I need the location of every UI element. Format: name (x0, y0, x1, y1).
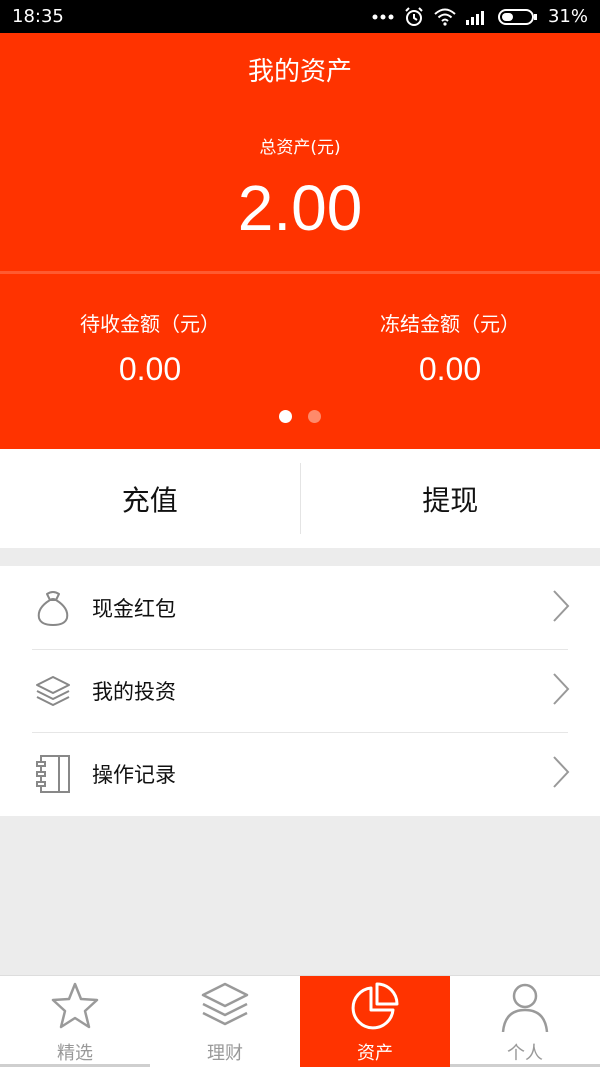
more-dots-icon (372, 14, 394, 20)
frozen-amount-block: 冻结金额（元） 0.00 (300, 308, 600, 388)
tab-label: 精选 (57, 1043, 93, 1064)
tab-personal[interactable]: 个人 (450, 976, 600, 1067)
frozen-amount-value: 0.00 (418, 351, 482, 387)
tab-featured[interactable]: 精选 (0, 976, 150, 1067)
status-icons: 31% (372, 6, 588, 27)
action-row: 充值 提现 (0, 449, 600, 548)
assets-menu: 现金红包 我的投资 操作记录 (0, 566, 600, 816)
notebook-icon (32, 753, 74, 795)
withdraw-button[interactable]: 提现 (301, 449, 600, 548)
chevron-right-icon (552, 589, 570, 627)
pending-amount-label: 待收金额（元） (80, 312, 220, 336)
tab-label: 个人 (507, 1043, 543, 1064)
menu-item-label: 我的投资 (92, 679, 176, 704)
page-indicator-dot-active[interactable] (279, 410, 292, 423)
menu-item-label: 操作记录 (92, 762, 176, 787)
menu-item-my-investment[interactable]: 我的投资 (0, 649, 600, 732)
wifi-icon (434, 8, 456, 26)
recharge-button[interactable]: 充值 (0, 449, 300, 548)
menu-item-operation-records[interactable]: 操作记录 (0, 732, 600, 815)
status-time: 18:35 (12, 6, 64, 27)
pie-chart-icon (349, 980, 401, 1037)
total-assets-label: 总资产(元) (259, 138, 341, 158)
battery-icon (497, 8, 538, 26)
chevron-right-icon (552, 672, 570, 710)
status-bar: 18:35 31% (0, 0, 600, 33)
star-icon (49, 980, 101, 1037)
layers-icon (32, 670, 74, 712)
layers-icon (199, 980, 251, 1037)
menu-item-label: 现金红包 (92, 596, 176, 621)
page-indicator[interactable] (0, 410, 600, 423)
battery-percent: 31% (547, 6, 588, 27)
assets-header: 我的资产 总资产(元) 2.00 待收金额（元） 0.00 冻结金额（元） 0.… (0, 33, 600, 449)
money-bag-icon (32, 587, 74, 629)
frozen-amount-label: 冻结金额（元） (380, 312, 520, 336)
alarm-icon (404, 6, 424, 27)
signal-icon (465, 9, 488, 25)
person-icon (499, 980, 551, 1037)
chevron-right-icon (552, 755, 570, 793)
page-indicator-dot[interactable] (308, 410, 321, 423)
bottom-tab-bar: 精选 理财 资产 个人 (0, 975, 600, 1067)
total-assets-value: 2.00 (237, 172, 363, 244)
tab-finance[interactable]: 理财 (150, 976, 300, 1067)
page-title: 我的资产 (247, 57, 352, 87)
header-divider (0, 271, 600, 274)
menu-item-cash-red-packet[interactable]: 现金红包 (0, 566, 600, 649)
pending-amount-block: 待收金额（元） 0.00 (0, 308, 300, 388)
tab-assets[interactable]: 资产 (300, 976, 450, 1067)
tab-label: 理财 (207, 1043, 243, 1064)
tab-label: 资产 (357, 1043, 393, 1064)
pending-amount-value: 0.00 (118, 351, 182, 387)
